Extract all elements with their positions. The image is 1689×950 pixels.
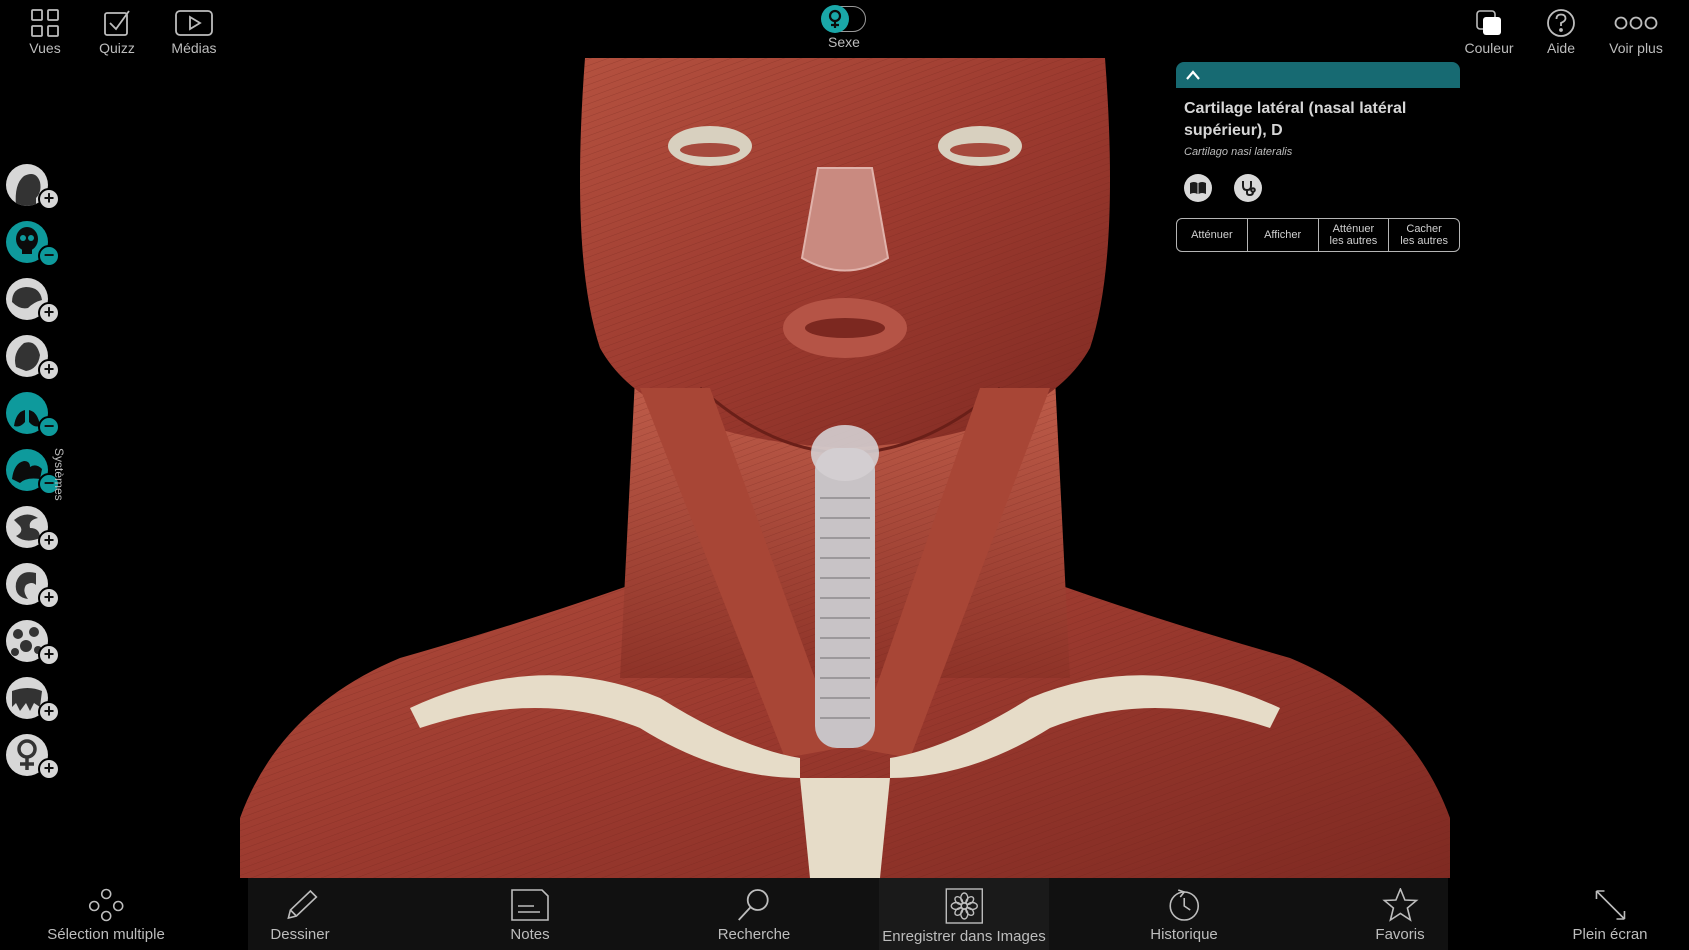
pencil-icon — [286, 889, 318, 920]
system-badge: + — [38, 644, 60, 666]
sex-label: Sexe — [828, 34, 860, 50]
system-badge: + — [38, 302, 60, 324]
search-icon — [738, 889, 769, 921]
color-label: Couleur — [1464, 40, 1514, 56]
notes-button[interactable]: Notes — [510, 888, 550, 943]
book-icon[interactable] — [1184, 174, 1212, 202]
save-to-images-button[interactable]: Enregistrer dans Images — [882, 888, 1046, 945]
views-button[interactable]: Vues — [8, 8, 82, 56]
star-icon — [1381, 888, 1419, 922]
media-label: Médias — [171, 40, 217, 56]
system-badge: − — [38, 416, 60, 438]
info-panel-collapse[interactable] — [1176, 62, 1460, 88]
help-icon — [1547, 9, 1575, 37]
stethoscope-icon[interactable] — [1234, 174, 1262, 202]
system-badge: + — [38, 701, 60, 723]
fullscreen-icon — [1595, 890, 1625, 920]
search-button[interactable]: Recherche — [717, 888, 791, 943]
system-badge: − — [38, 245, 60, 267]
system-badge: + — [38, 587, 60, 609]
notes-label: Notes — [510, 926, 550, 943]
sex-switch[interactable] — [821, 5, 866, 33]
more-dots-icon — [1614, 16, 1658, 30]
favorites-label: Favoris — [1375, 926, 1425, 943]
history-label: Historique — [1150, 926, 1218, 943]
system-heart-toggle[interactable]: + — [4, 331, 64, 383]
system-reproductive-toggle[interactable]: + — [4, 730, 64, 782]
search-label: Recherche — [717, 926, 791, 943]
more-label: Voir plus — [1609, 40, 1663, 56]
system-lymph-toggle[interactable]: + — [4, 616, 64, 668]
grid-icon — [31, 9, 59, 37]
system-skeleton-toggle[interactable]: − — [4, 217, 64, 269]
show-button[interactable]: Afficher — [1248, 219, 1319, 251]
structure-latin-name: Cartilago nasi lateralis — [1184, 146, 1293, 158]
media-button[interactable]: Médias — [157, 8, 231, 56]
color-squares-icon — [1476, 10, 1501, 35]
history-icon — [1169, 889, 1199, 921]
structure-actions: Atténuer Afficher Atténuer les autres Ca… — [1176, 218, 1460, 252]
quiz-button[interactable]: Quizz — [80, 8, 154, 56]
quiz-label: Quizz — [99, 40, 135, 56]
multi-select-label: Sélection multiple — [47, 926, 165, 943]
fade-button[interactable]: Atténuer — [1177, 219, 1248, 251]
checkbox-icon — [104, 10, 130, 36]
system-badge: + — [38, 359, 60, 381]
systems-label: Systèmes — [52, 448, 66, 501]
history-button[interactable]: Historique — [1150, 888, 1218, 943]
bottom-toolbar-center — [248, 878, 1448, 950]
system-badge: + — [38, 188, 60, 210]
hide-others-button[interactable]: Cacher les autres — [1389, 219, 1459, 251]
help-label: Aide — [1546, 40, 1576, 56]
draw-label: Dessiner — [270, 926, 330, 943]
female-symbol-icon — [821, 5, 849, 33]
flower-icon — [945, 888, 983, 924]
fullscreen-label: Plein écran — [1572, 926, 1648, 943]
draw-button[interactable]: Dessiner — [270, 888, 330, 943]
sex-toggle[interactable]: Sexe — [802, 5, 886, 50]
system-skin-toggle[interactable]: + — [4, 160, 64, 212]
fade-others-button[interactable]: Atténuer les autres — [1319, 219, 1390, 251]
system-badge: + — [38, 758, 60, 780]
multi-select-button[interactable]: Sélection multiple — [47, 888, 165, 943]
system-ear-toggle[interactable]: + — [4, 559, 64, 611]
favorites-button[interactable]: Favoris — [1375, 888, 1425, 943]
chevron-up-icon — [1186, 70, 1200, 80]
system-teeth-toggle[interactable]: + — [4, 673, 64, 725]
system-brain-toggle[interactable]: + — [4, 274, 64, 326]
play-icon — [175, 10, 213, 36]
color-button[interactable]: Couleur — [1452, 8, 1526, 56]
structure-title: Cartilage latéral (nasal latéral supérie… — [1184, 100, 1407, 139]
system-lungs-toggle[interactable]: − — [4, 388, 64, 440]
multi-select-icon — [88, 888, 124, 922]
views-label: Vues — [29, 40, 61, 56]
note-icon — [511, 889, 549, 921]
structure-info-panel: Cartilage latéral (nasal latéral supérie… — [1176, 62, 1460, 252]
fullscreen-button[interactable]: Plein écran — [1572, 888, 1648, 943]
help-button[interactable]: Aide — [1524, 8, 1598, 56]
more-button[interactable]: Voir plus — [1598, 8, 1674, 56]
save-to-images-label: Enregistrer dans Images — [882, 928, 1046, 945]
